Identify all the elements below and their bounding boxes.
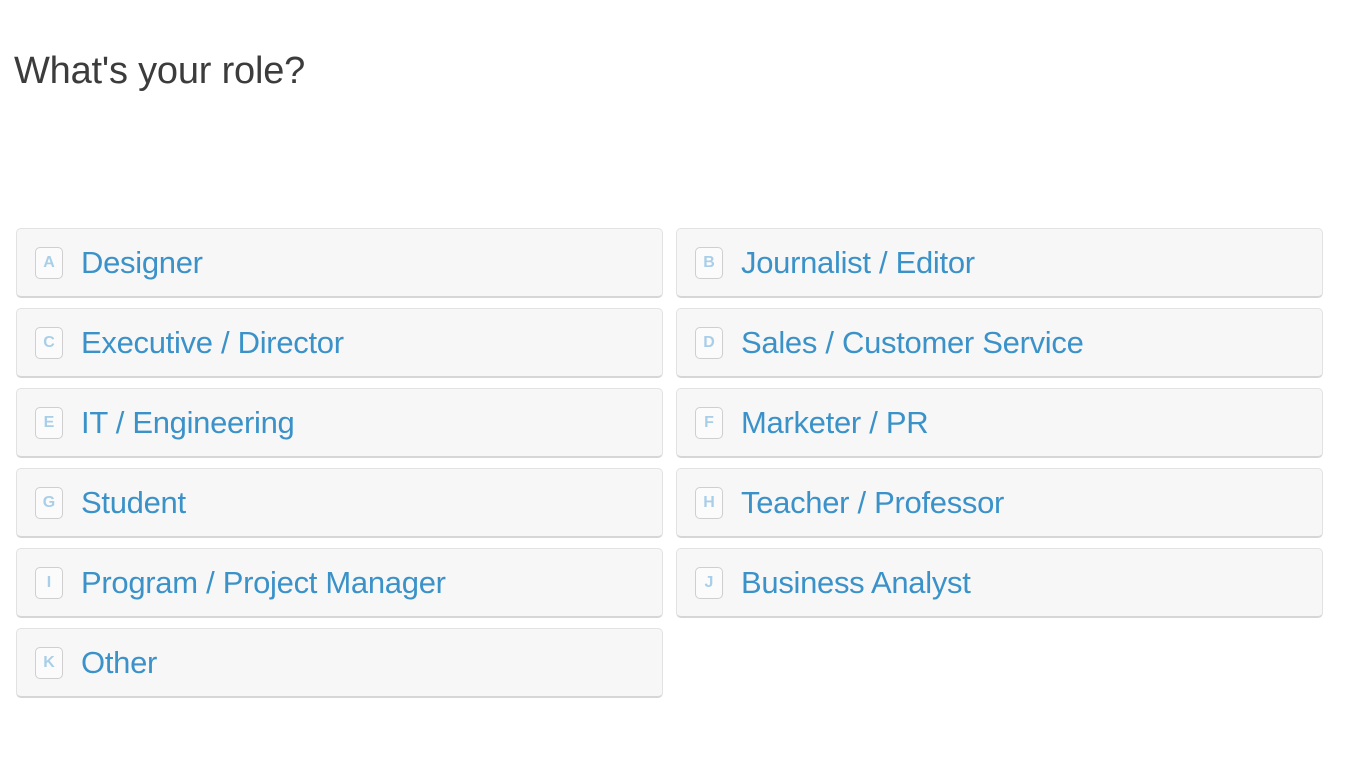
option-label-i: Program / Project Manager	[81, 564, 446, 600]
option-card-a[interactable]: A Designer	[16, 228, 663, 298]
key-badge-a: A	[35, 246, 63, 279]
key-badge-j: J	[695, 566, 723, 599]
options-grid: A Designer B Journalist / Editor C Execu…	[16, 228, 1324, 698]
option-card-e[interactable]: E IT / Engineering	[16, 388, 663, 458]
option-label-j: Business Analyst	[741, 564, 971, 600]
key-badge-f: F	[695, 406, 723, 439]
option-label-a: Designer	[81, 244, 203, 280]
option-label-f: Marketer / PR	[741, 404, 929, 440]
key-badge-h: H	[695, 486, 723, 519]
option-card-h[interactable]: H Teacher / Professor	[676, 468, 1323, 538]
key-badge-b: B	[695, 246, 723, 279]
option-card-j[interactable]: J Business Analyst	[676, 548, 1323, 618]
option-label-k: Other	[81, 644, 158, 680]
option-label-d: Sales / Customer Service	[741, 324, 1084, 360]
option-card-k[interactable]: K Other	[16, 628, 663, 698]
key-badge-c: C	[35, 326, 63, 359]
option-label-c: Executive / Director	[81, 324, 344, 360]
key-badge-g: G	[35, 486, 63, 519]
key-badge-d: D	[695, 326, 723, 359]
survey-question-page: What's your role? A Designer B Journalis…	[0, 0, 1346, 776]
option-label-h: Teacher / Professor	[741, 484, 1005, 520]
option-card-d[interactable]: D Sales / Customer Service	[676, 308, 1323, 378]
option-card-b[interactable]: B Journalist / Editor	[676, 228, 1323, 298]
page-title: What's your role?	[14, 50, 306, 93]
key-badge-e: E	[35, 406, 63, 439]
option-label-e: IT / Engineering	[81, 404, 295, 440]
option-label-g: Student	[81, 484, 186, 520]
option-card-g[interactable]: G Student	[16, 468, 663, 538]
option-card-i[interactable]: I Program / Project Manager	[16, 548, 663, 618]
option-label-b: Journalist / Editor	[741, 244, 975, 280]
key-badge-i: I	[35, 566, 63, 599]
option-card-c[interactable]: C Executive / Director	[16, 308, 663, 378]
option-card-f[interactable]: F Marketer / PR	[676, 388, 1323, 458]
key-badge-k: K	[35, 646, 63, 679]
